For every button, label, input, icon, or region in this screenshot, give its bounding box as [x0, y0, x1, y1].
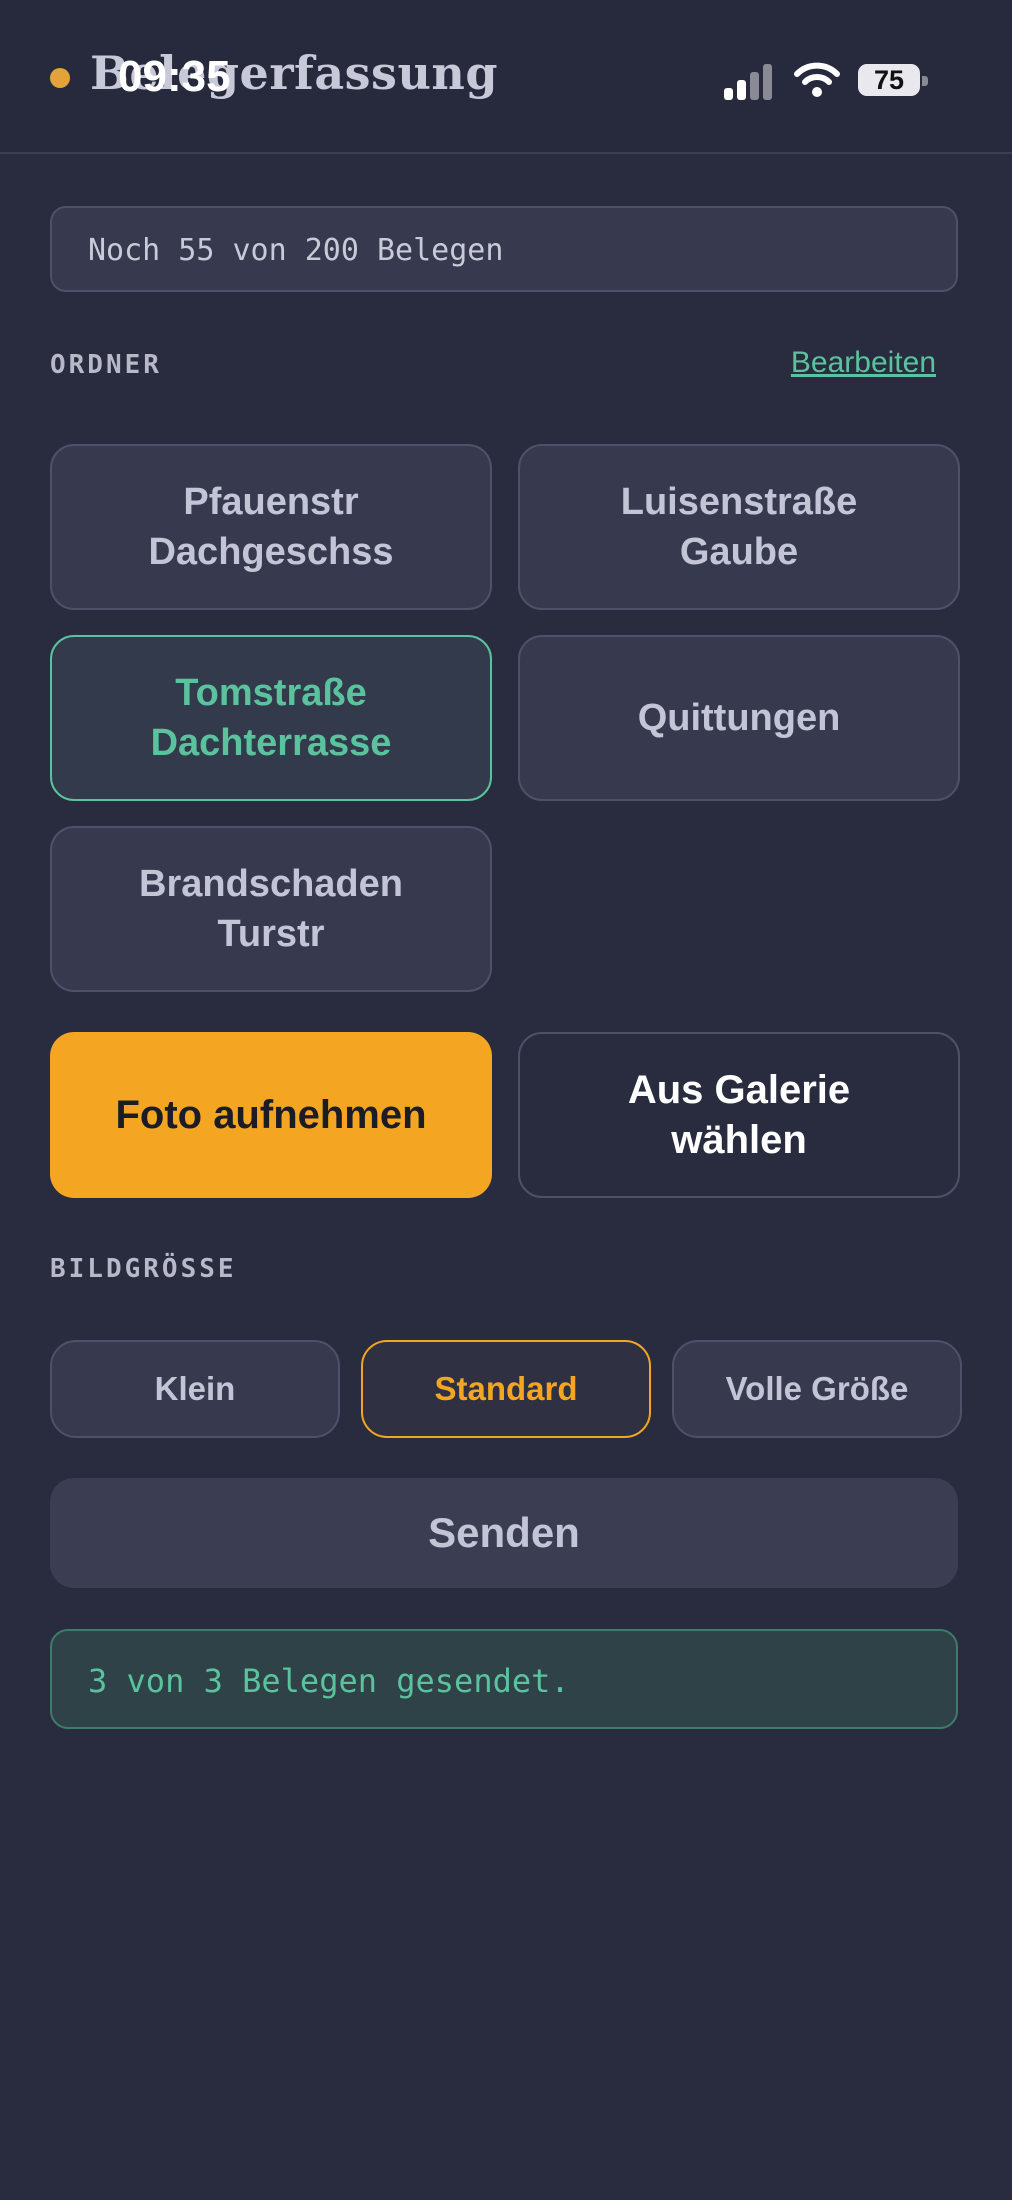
take-photo-label: Foto aufnehmen: [115, 1093, 427, 1137]
send-label: Senden: [428, 1509, 580, 1556]
folder-label: Brandschaden Turstr: [139, 863, 403, 955]
app-header: Belegerfassung 09:35 75: [0, 0, 1012, 154]
remaining-counter: Noch 55 von 200 Belegen: [50, 206, 958, 292]
folder-pfauenstr-dachgeschss[interactable]: Pfauenstr Dachgeschss: [50, 444, 492, 610]
image-size-section-label: BILDGRÖSSE: [50, 1254, 237, 1284]
folder-luisenstrasse-gaube[interactable]: Luisenstraße Gaube: [518, 444, 960, 610]
send-status-text: 3 von 3 Belegen gesendet.: [88, 1662, 570, 1700]
size-option-label: Klein: [154, 1370, 236, 1407]
folders-section-label: ORDNER: [50, 350, 162, 380]
remaining-counter-text: Noch 55 von 200 Belegen: [88, 233, 504, 268]
size-option-label: Standard: [434, 1370, 578, 1407]
size-option-label: Volle Größe: [725, 1370, 909, 1407]
folder-label: Tomstraße Dachterrasse: [150, 672, 392, 764]
cellular-signal-icon: [724, 62, 774, 100]
folder-brandschaden-turstr[interactable]: Brandschaden Turstr: [50, 826, 492, 992]
folder-label: Luisenstraße Gaube: [620, 481, 858, 573]
take-photo-button[interactable]: Foto aufnehmen: [50, 1032, 492, 1198]
size-option-standard[interactable]: Standard: [361, 1340, 651, 1438]
wifi-icon: [794, 62, 840, 97]
size-option-full[interactable]: Volle Größe: [672, 1340, 962, 1438]
send-status-message: 3 von 3 Belegen gesendet.: [50, 1629, 958, 1729]
gallery-label: Aus Galerie wählen: [627, 1068, 851, 1162]
folder-quittungen[interactable]: Quittungen: [518, 635, 960, 801]
battery-level: 75: [873, 65, 905, 95]
size-option-small[interactable]: Klein: [50, 1340, 340, 1438]
status-bar-time: 09:35: [118, 52, 231, 101]
edit-folders-link[interactable]: Bearbeiten: [791, 346, 936, 380]
status-dot: [50, 68, 70, 88]
choose-from-gallery-button[interactable]: Aus Galerie wählen: [518, 1032, 960, 1198]
folder-tomstrasse-dachterrasse[interactable]: Tomstraße Dachterrasse: [50, 635, 492, 801]
battery-icon: 75: [858, 64, 928, 96]
folder-label: Quittungen: [637, 697, 841, 739]
folder-label: Pfauenstr Dachgeschss: [148, 481, 394, 573]
send-button[interactable]: Senden: [50, 1478, 958, 1588]
